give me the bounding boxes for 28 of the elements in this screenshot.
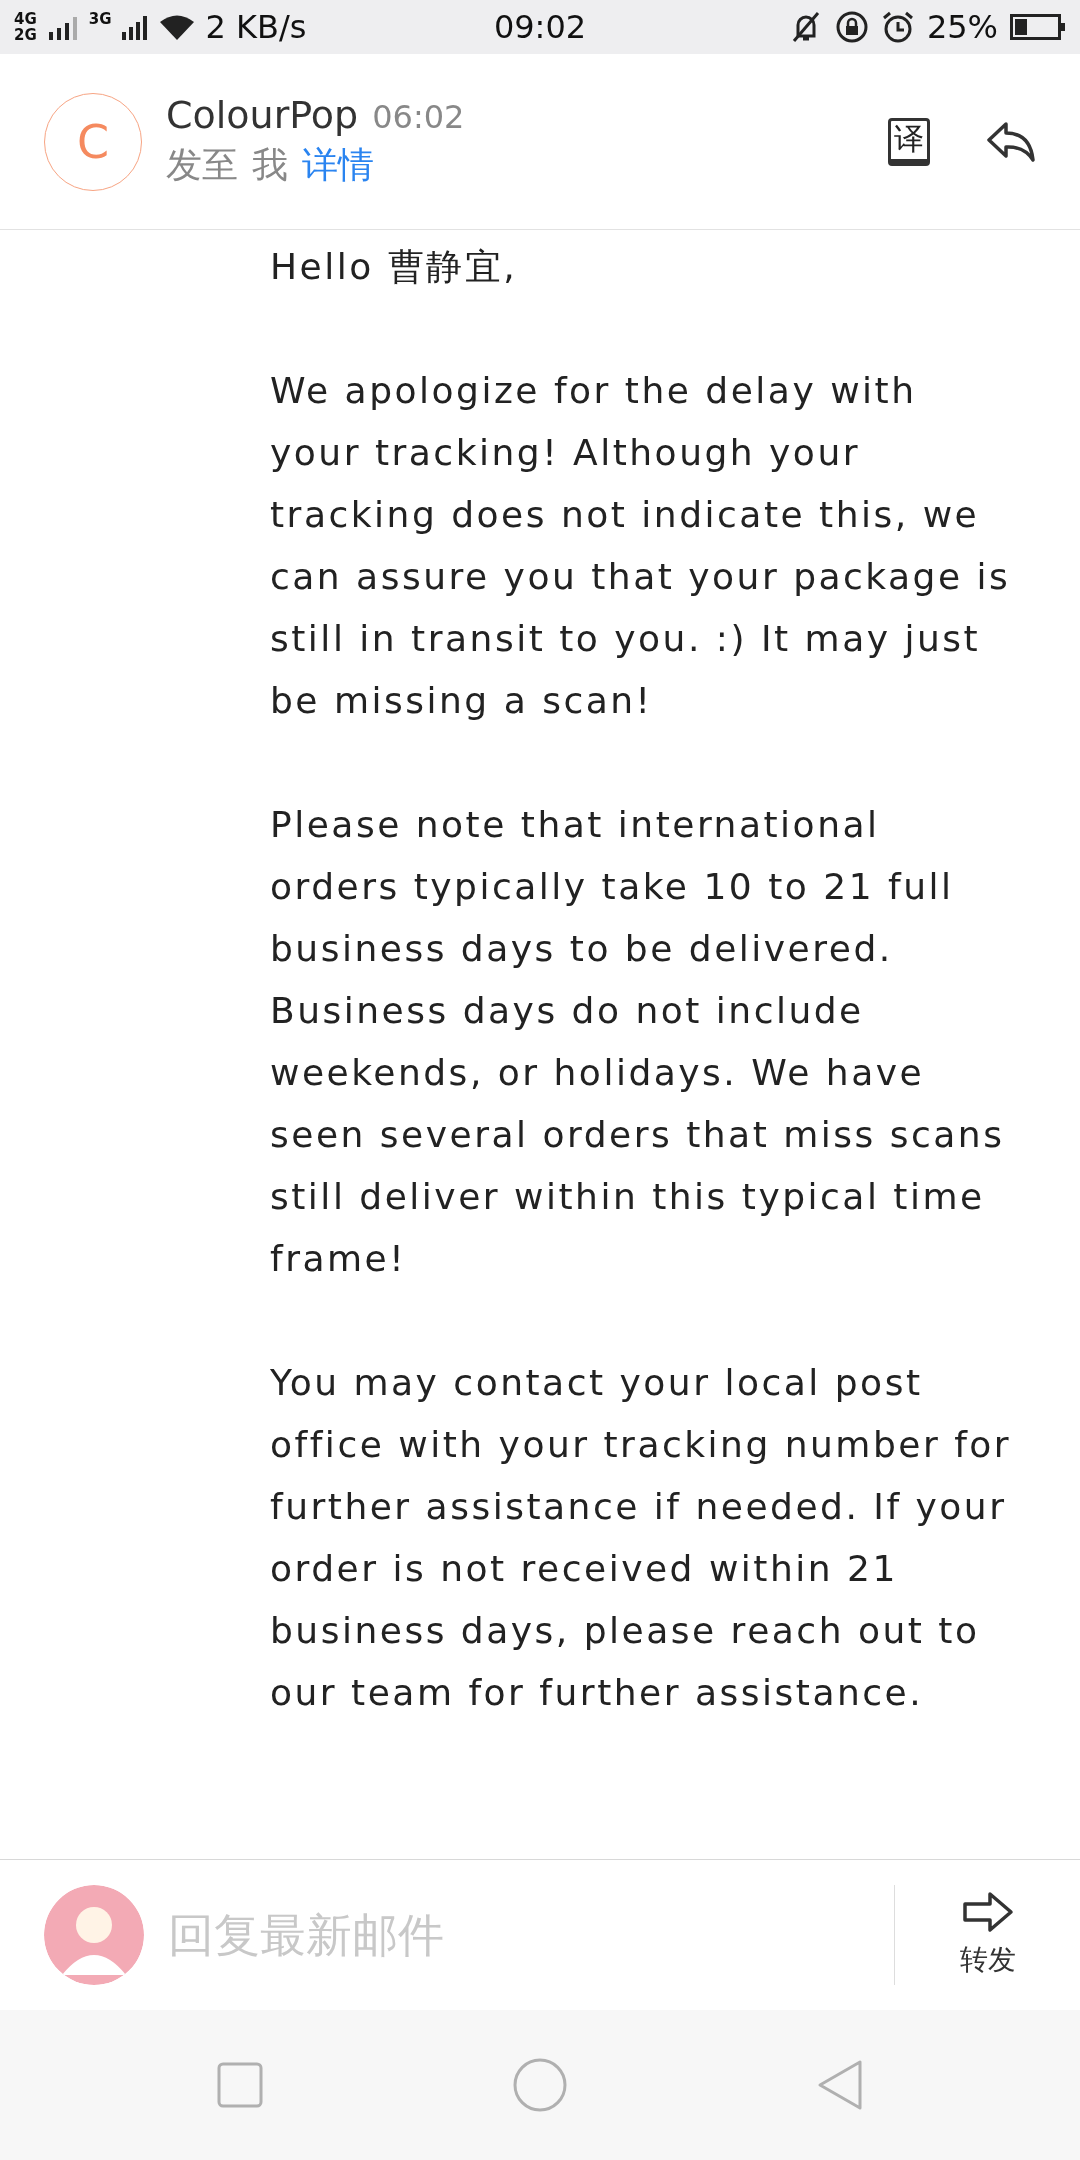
recipient: 我 xyxy=(252,143,288,187)
battery-icon xyxy=(1010,13,1066,41)
message-paragraph: We apologize for the delay with your tracking! Although your tracking does not indicate this, we can assure you that your package is still in transit to you. :) It may just be missing a scan! xyxy=(270,369,1012,723)
to-label: 发至 xyxy=(166,143,238,187)
rotation-lock-icon xyxy=(834,10,869,44)
network-label: 2G xyxy=(14,27,37,43)
translate-button[interactable]: 译 xyxy=(888,117,930,166)
signal-icon xyxy=(46,14,79,40)
network-speed: 2 KB/s xyxy=(205,8,307,46)
recents-icon[interactable] xyxy=(217,2062,263,2108)
message-paragraph: Hello 曹静宜, xyxy=(270,245,519,289)
forward-label[interactable]: 转发 xyxy=(959,1941,1016,1979)
message-paragraph: Please note that international orders typically take 10 to 21 full business days to be delivered. Business days do not include weekends, or holidays. We have seen several orders that miss scans still deliver within this typical time frame! xyxy=(270,803,1006,1281)
details-link[interactable]: 详情 xyxy=(302,141,374,190)
battery-percent: 25% xyxy=(926,8,998,46)
clock: 09:02 xyxy=(493,8,587,46)
message-paragraph: You may contact your local post office with your tracking number for further assistance if needed. If your order is not received within 21 business days, please reach out to our team for further assistance. xyxy=(270,1361,1013,1715)
sender-name: ColourPop xyxy=(166,93,359,137)
email-time: 06:02 xyxy=(372,98,465,136)
wifi-icon xyxy=(157,13,196,41)
network-label: 3G xyxy=(88,10,112,28)
reply-icon[interactable] xyxy=(986,119,1036,164)
home-icon[interactable] xyxy=(513,2058,567,2112)
back-icon[interactable] xyxy=(817,2059,863,2111)
network-label: 4G xyxy=(14,11,37,27)
signal-icon xyxy=(121,14,148,40)
alarm-icon xyxy=(880,10,915,44)
forward-icon[interactable] xyxy=(961,1891,1014,1933)
